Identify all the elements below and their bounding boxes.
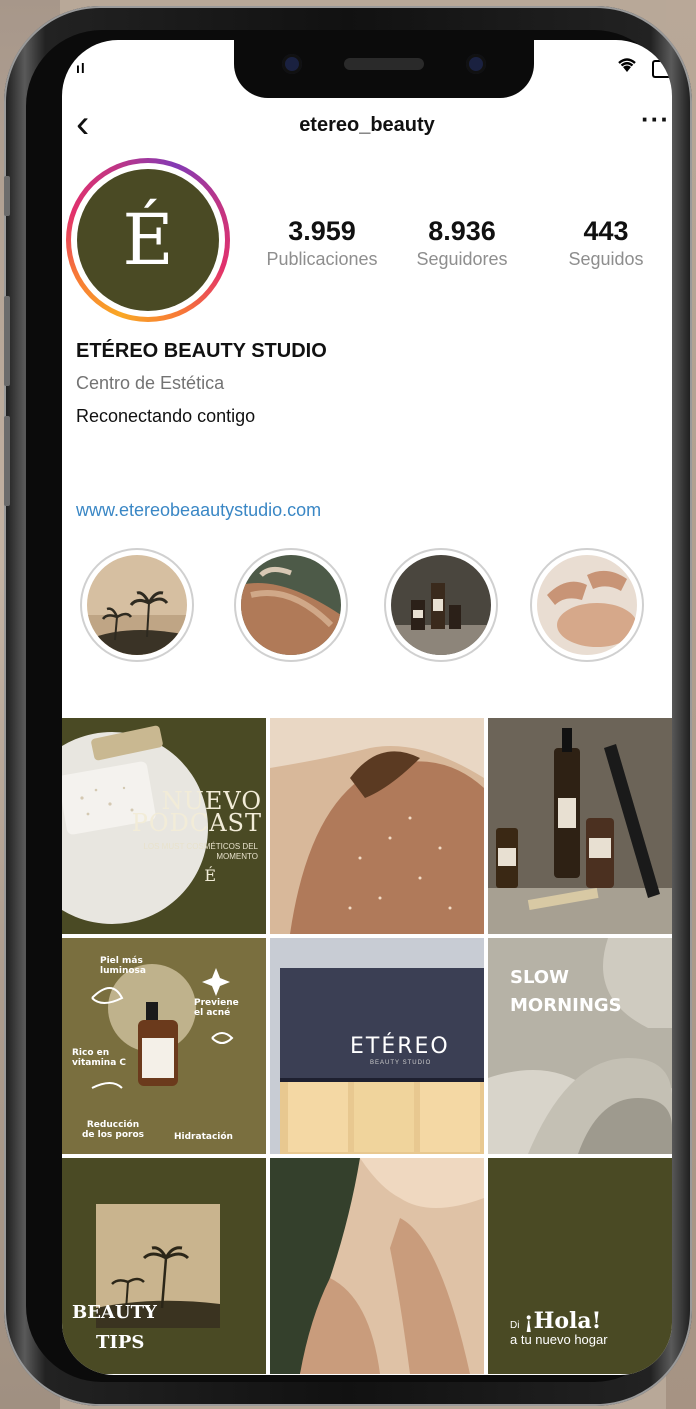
avatar-logo: É	[77, 169, 219, 311]
stat-value: 8.936	[428, 216, 496, 246]
signal-icon: ıl	[76, 60, 86, 76]
avatar-border: É	[71, 163, 225, 317]
post-bottles[interactable]	[488, 718, 672, 934]
profile-website-link[interactable]: www.etereobeaautystudio.com	[76, 500, 321, 521]
beauty-tips-line1: BEAUTY	[72, 1302, 157, 1323]
profile-category: Centro de Estética	[76, 373, 225, 393]
battery-icon	[652, 60, 670, 78]
podcast-logo: É	[204, 866, 216, 885]
profile-bio: Reconectando contigo	[76, 406, 256, 426]
highlight-image	[391, 555, 491, 655]
slow-line2: MORNINGS	[510, 995, 622, 1016]
stat-publicaciones[interactable]: 3.959 Publicaciones	[260, 216, 384, 270]
phone-screen: ıl ‹ etereo_beauty ··· É 3.959 Publicaci…	[62, 40, 672, 1375]
story-highlight-bottles[interactable]	[384, 548, 498, 662]
story-highlight-skin[interactable]	[234, 548, 348, 662]
beauty-tips-title: BEAUTY TIPS	[72, 1298, 157, 1358]
hola-big: ¡Hola!	[523, 1308, 602, 1334]
post-image	[270, 718, 484, 934]
more-options-icon[interactable]: ···	[641, 104, 670, 135]
post-image	[270, 1158, 484, 1374]
post-back-skin[interactable]	[270, 718, 484, 934]
post-legs[interactable]	[270, 1158, 484, 1374]
serum-benefit-luminosa: Piel más luminosa	[100, 956, 146, 976]
serum-benefit-vitamina: Rico en vitamina C	[72, 1048, 127, 1068]
podcast-title-line2: PODCAST	[131, 809, 262, 837]
podcast-title: NUEVO PODCAST	[62, 789, 262, 837]
hola-di: Di	[510, 1320, 520, 1331]
post-beauty-tips[interactable]: BEAUTY TIPS	[62, 1158, 266, 1374]
store-sign: ETÉREO	[350, 1034, 450, 1059]
post-slow-mornings[interactable]: SLOW MORNINGS	[488, 938, 672, 1154]
highlight-image	[87, 555, 187, 655]
stat-seguidores[interactable]: 8.936 Seguidores	[402, 216, 522, 270]
stat-label: Seguidos	[568, 249, 644, 269]
stat-value: 3.959	[288, 216, 356, 246]
slow-mornings-title: SLOW MORNINGS	[510, 964, 622, 1020]
post-hola[interactable]: Di ¡Hola! a tu nuevo hogar	[488, 1158, 672, 1374]
podcast-subtitle: LOS MUST COSMÉTICOS DEL MOMENTO	[143, 842, 258, 861]
story-highlight-palms[interactable]	[80, 548, 194, 662]
hola-sub: a tu nuevo hogar	[510, 1332, 608, 1347]
profile-username: etereo_beauty	[299, 114, 435, 136]
camera-icon	[466, 54, 486, 74]
stat-seguidos[interactable]: 443 Seguidos	[556, 216, 656, 270]
slow-line1: SLOW	[510, 967, 569, 988]
sensor-icon	[282, 54, 302, 74]
speaker-grille	[344, 58, 424, 70]
store-sign-sub: BEAUTY STUDIO	[370, 1060, 432, 1066]
volume-down-button	[4, 416, 10, 506]
wifi-icon	[616, 56, 638, 79]
notch	[234, 40, 534, 98]
volume-up-button	[4, 296, 10, 386]
stat-label: Publicaciones	[266, 249, 378, 269]
highlight-image	[537, 555, 637, 655]
post-podcast[interactable]: NUEVO PODCAST LOS MUST COSMÉTICOS DEL MO…	[62, 718, 266, 934]
highlight-image	[241, 555, 341, 655]
post-image	[488, 718, 672, 934]
mute-switch	[4, 176, 10, 216]
stat-label: Seguidores	[416, 249, 508, 269]
posts-grid: NUEVO PODCAST LOS MUST COSMÉTICOS DEL MO…	[62, 718, 672, 1375]
beauty-tips-line2: TIPS	[96, 1332, 145, 1353]
avatar[interactable]: É	[66, 158, 230, 322]
profile-name: ETÉREO BEAUTY STUDIO	[76, 340, 327, 362]
post-serum[interactable]: Piel más luminosa Previene el acné Rico …	[62, 938, 266, 1154]
story-highlight-facial[interactable]	[530, 548, 644, 662]
serum-benefit-acne: Previene el acné	[194, 998, 239, 1018]
hola-text: Di ¡Hola! a tu nuevo hogar	[510, 1308, 608, 1347]
stat-value: 443	[583, 216, 629, 246]
serum-benefit-hidratacion: Hidratación	[174, 1132, 233, 1142]
serum-benefit-poros: Reducción de los poros	[81, 1120, 145, 1140]
post-storefront[interactable]: ETÉREO BEAUTY STUDIO	[270, 938, 484, 1154]
